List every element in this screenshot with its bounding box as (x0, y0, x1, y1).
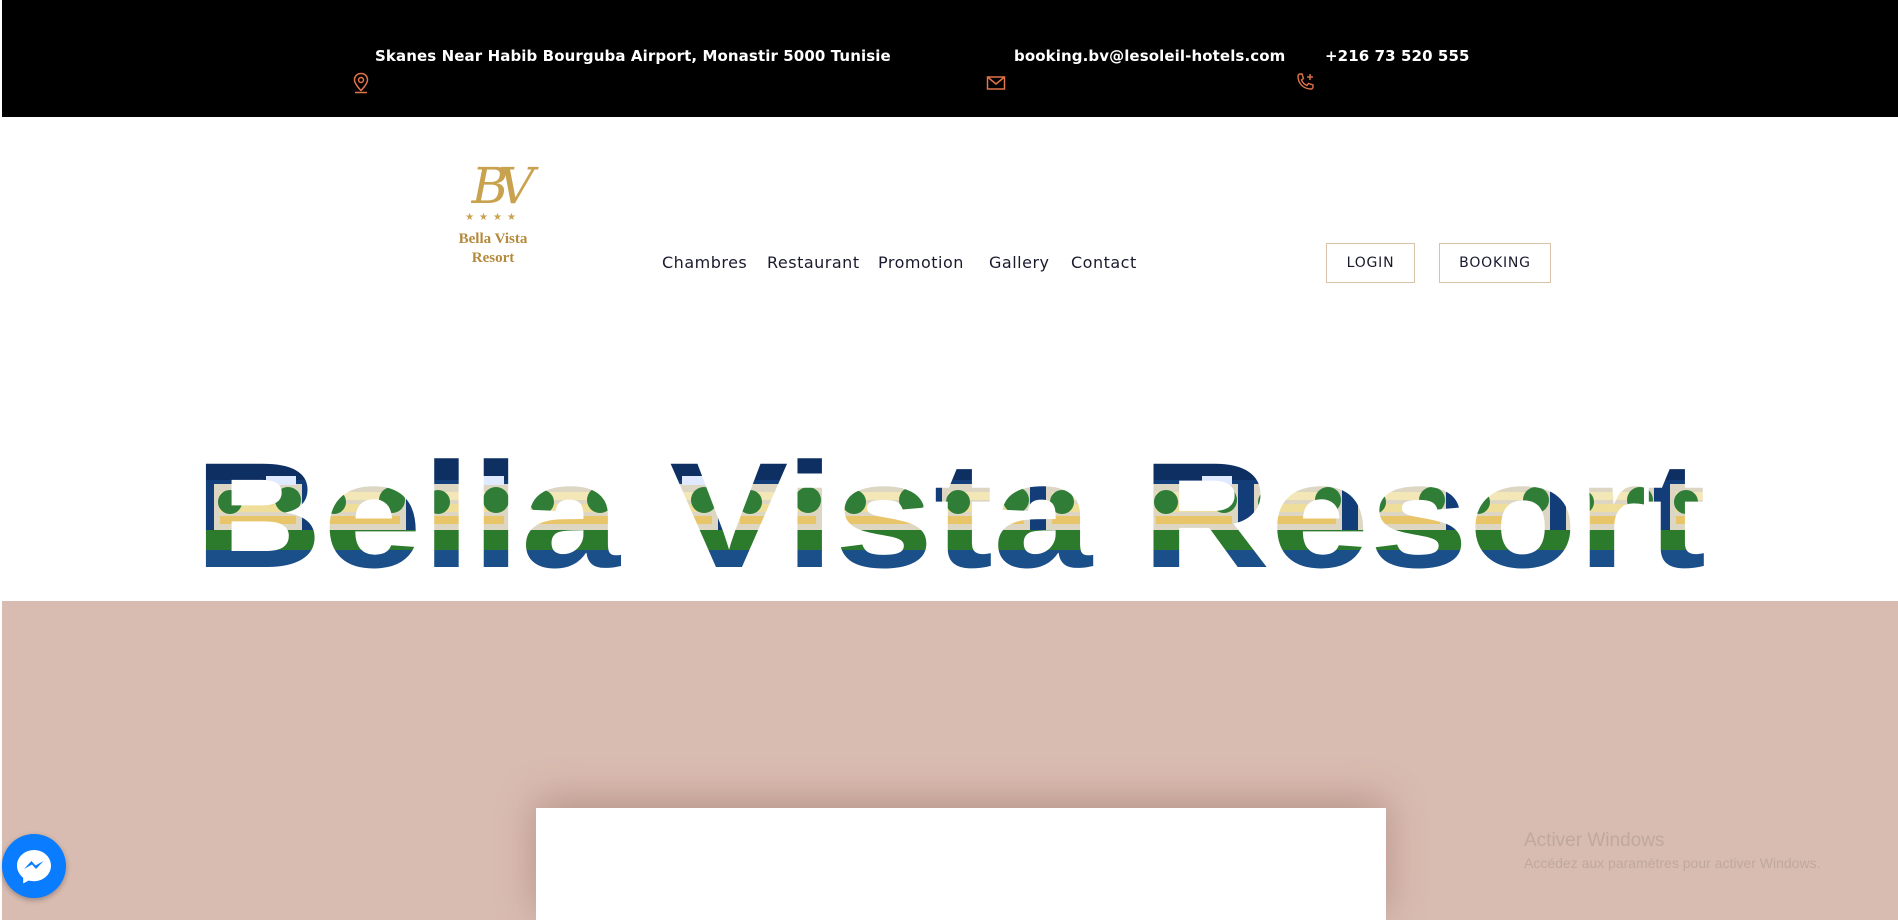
map-pin-icon (353, 72, 369, 94)
phone-text[interactable]: +216 73 520 555 (1325, 47, 1470, 65)
envelope-icon (986, 76, 1006, 90)
messenger-icon (17, 850, 51, 884)
nav-item-promotion[interactable]: Promotion (878, 253, 964, 272)
content-card (536, 808, 1386, 920)
nav-item-gallery[interactable]: Gallery (989, 253, 1049, 272)
hero-title: Bella Vista Resort (194, 440, 1706, 580)
logo-name-line1: Bella Vista (458, 231, 528, 247)
address-text: Skanes Near Habib Bourguba Airport, Mona… (375, 47, 891, 65)
phone-plus-icon (1297, 73, 1314, 90)
windows-activation-subtitle: Accédez aux paramètres pour activer Wind… (1524, 855, 1821, 871)
nav-item-chambres[interactable]: Chambres (662, 253, 747, 272)
top-contact-bar (2, 0, 1898, 117)
logo-name-line2: Resort (471, 250, 515, 266)
messenger-chat-button[interactable] (2, 834, 66, 898)
nav-item-contact[interactable]: Contact (1071, 253, 1137, 272)
logo-name: Bella Vista Resort (450, 230, 536, 268)
logo-monogram: BV (471, 157, 535, 215)
windows-activation-title: Activer Windows (1524, 830, 1665, 851)
nav-item-restaurant[interactable]: Restaurant (767, 253, 860, 272)
booking-button[interactable]: BOOKING (1439, 243, 1551, 283)
site-logo[interactable]: BV ★★★★ Bella Vista Resort (450, 158, 536, 270)
hero-title-graphic: Bella Vista Resort (194, 440, 1706, 580)
logo-stars: ★★★★ (465, 212, 521, 223)
login-button[interactable]: LOGIN (1326, 243, 1415, 283)
email-text[interactable]: booking.bv@lesoleil-hotels.com (1014, 47, 1285, 65)
